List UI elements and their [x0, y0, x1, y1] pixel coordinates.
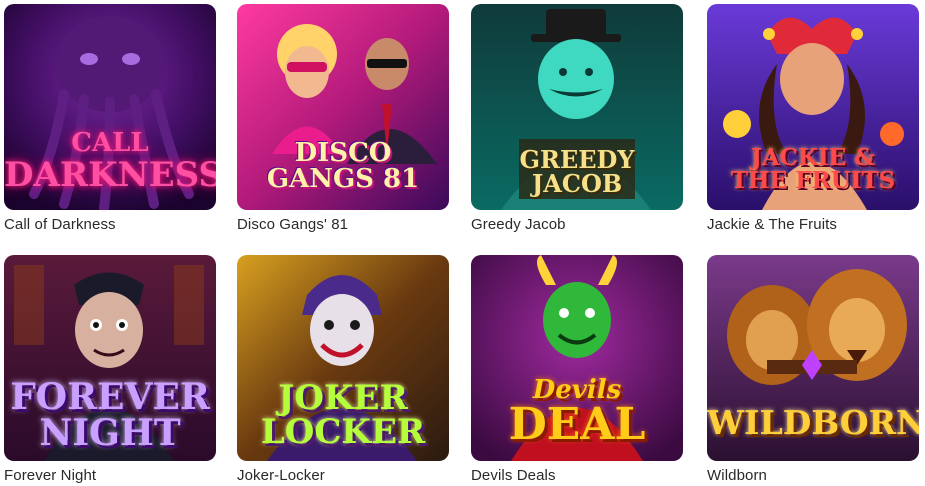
game-card-call-of-darkness[interactable]: CALL DARKNESS Call of Darkness: [4, 4, 216, 233]
game-card-greedy-jacob[interactable]: GREEDY JACOB Greedy Jacob: [471, 4, 683, 233]
game-title[interactable]: Call of Darkness: [4, 216, 216, 233]
game-title[interactable]: Forever Night: [4, 467, 216, 484]
game-logo: JOKER LOCKER: [260, 378, 426, 452]
game-thumbnail[interactable]: CALL DARKNESS: [4, 4, 216, 210]
game-thumbnail[interactable]: WILDBORN: [707, 255, 919, 461]
game-logo: WILDBORN: [707, 403, 919, 442]
game-card-jackie-and-the-fruits[interactable]: JACKIE & THE FRUITS Jackie & The Fruits: [707, 4, 919, 233]
game-title[interactable]: Greedy Jacob: [471, 216, 683, 233]
game-card-forever-night[interactable]: FOREVER NIGHT Forever Night: [4, 255, 216, 484]
game-title[interactable]: Wildborn: [707, 467, 919, 484]
game-logo: DISCO GANGS 81: [266, 138, 420, 194]
game-card-disco-gangs-81[interactable]: DISCO GANGS 81 Disco Gangs' 81: [237, 4, 449, 233]
game-card-joker-locker[interactable]: JOKER LOCKER Joker-Locker: [237, 255, 449, 484]
game-logo: GREEDY JACOB: [519, 145, 635, 198]
game-thumbnail[interactable]: Devils DEAL: [471, 255, 683, 461]
game-logo: Devils DEAL: [508, 375, 646, 450]
game-card-wildborn[interactable]: WILDBORN Wildborn: [707, 255, 919, 484]
game-logo: CALL DARKNESS: [4, 128, 216, 195]
game-thumbnail[interactable]: JACKIE & THE FRUITS: [707, 4, 919, 210]
game-thumbnail[interactable]: FOREVER NIGHT: [4, 255, 216, 461]
game-logo: JACKIE & THE FRUITS: [730, 144, 896, 194]
game-logo: FOREVER NIGHT: [10, 376, 210, 454]
game-thumbnail[interactable]: DISCO GANGS 81: [237, 4, 449, 210]
game-title[interactable]: Devils Deals: [471, 467, 683, 484]
game-grid: CALL DARKNESS Call of Darkness DISCO GAN…: [0, 0, 925, 486]
game-title[interactable]: Disco Gangs' 81: [237, 216, 449, 233]
game-thumbnail[interactable]: JOKER LOCKER: [237, 255, 449, 461]
game-thumbnail[interactable]: GREEDY JACOB: [471, 4, 683, 210]
game-card-devils-deals[interactable]: Devils DEAL Devils Deals: [471, 255, 683, 484]
game-title[interactable]: Jackie & The Fruits: [707, 216, 919, 233]
game-title[interactable]: Joker-Locker: [237, 467, 449, 484]
